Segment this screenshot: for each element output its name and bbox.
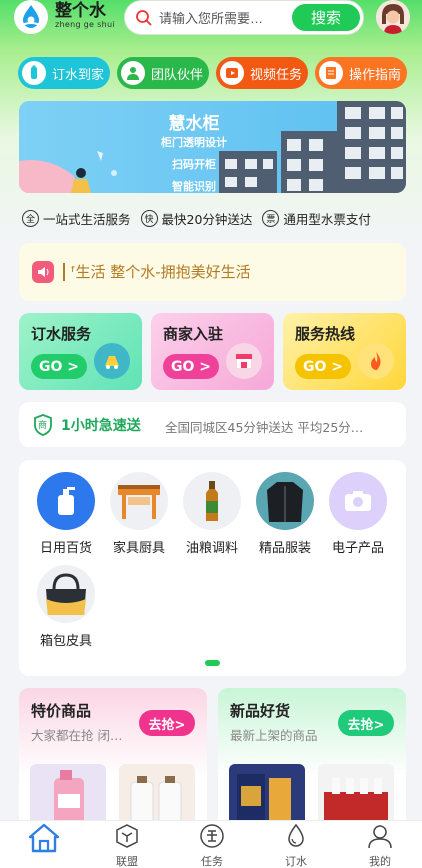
oil-grain-icon [183, 472, 241, 530]
notice-divider [63, 263, 65, 281]
feature-badge-icon: 全 [22, 209, 39, 227]
feature-badge-icon: 快 [140, 209, 158, 227]
category-item[interactable]: 日用百货 [29, 472, 103, 556]
water-delivery-icon [22, 61, 46, 85]
hotline-icon [358, 343, 394, 379]
shop-icon [226, 343, 262, 379]
card-hotline[interactable]: 服务热线 GO > [283, 313, 406, 390]
feature-text: 最快20分钟送达 [161, 211, 253, 227]
page-indicator [205, 660, 220, 666]
product-card-sale[interactable]: 特价商品 大家都在抢 闭… 去抢> [19, 688, 207, 838]
category-label: 家具厨具 [112, 541, 165, 556]
brand-pinyin: zheng ge shui [55, 20, 115, 29]
shield-badge-text: 商 [38, 421, 48, 431]
category-label: 日用百货 [39, 541, 92, 556]
user-icon [368, 825, 392, 849]
urgent-desc: 全国同城区45分钟送达 平均25分… [165, 420, 364, 435]
promo-banner[interactable]: 慧水柜 柜门透明设计 扫码开柜 智能识别 [19, 101, 406, 193]
tab-label: 我的 [369, 855, 391, 868]
brand-name: 整个水 [55, 1, 106, 21]
product-card-subtitle: 大家都在抢 闭… [31, 728, 123, 743]
daily-goods-icon [37, 472, 95, 530]
feature-text: 一站式生活服务 [43, 211, 131, 227]
product-card-title: 新品好货 [230, 702, 291, 720]
tab-order-water[interactable]: 订水 [266, 823, 326, 868]
category-label: 油粮调料 [185, 541, 238, 556]
water-drop-icon [288, 823, 304, 847]
building-windows-icon [225, 107, 403, 191]
feature-row: 全 一站式生活服务 快 最快20分钟送达 票 通用型水票支付 [22, 206, 407, 230]
search-button[interactable]: 搜索 [292, 4, 360, 31]
quick-nav-label: 团队伙伴 [151, 67, 204, 83]
product-card-subtitle: 最新上架的商品 [230, 728, 318, 743]
banner-illustration-icon [19, 151, 117, 193]
bags-icon [37, 565, 95, 623]
category-label: 精品服装 [258, 541, 311, 556]
search-input[interactable] [159, 9, 299, 27]
go-button[interactable]: GO > [163, 354, 219, 379]
speaker-icon [32, 261, 54, 283]
urgent-title: 1小时急速送 [61, 418, 141, 434]
urgent-delivery-bar[interactable]: 商 1小时急速送 全国同城区45分钟送达 平均25分… [19, 402, 406, 447]
product-card-new[interactable]: 新品好货 最新上架的商品 去抢> [218, 688, 406, 838]
tab-home[interactable] [14, 823, 74, 857]
quick-nav-label: 订水到家 [52, 67, 105, 83]
top-header: 整个水 zheng ge shui 搜索 [0, 0, 422, 36]
go-button[interactable]: GO > [295, 354, 351, 379]
guide-icon [319, 61, 343, 85]
category-item[interactable]: 油粮调料 [175, 472, 249, 556]
grab-button[interactable]: 去抢> [139, 710, 195, 736]
quick-nav-order-water[interactable]: 订水到家 [18, 57, 110, 89]
furniture-icon [110, 472, 168, 530]
quick-nav-guide[interactable]: 操作指南 [315, 57, 407, 89]
water-drop-logo-icon [19, 5, 43, 28]
video-icon [220, 61, 244, 85]
category-item[interactable]: 精品服装 [248, 472, 322, 556]
go-button[interactable]: GO > [31, 354, 87, 379]
grab-button[interactable]: 去抢> [338, 710, 394, 736]
home-icon [28, 823, 60, 853]
feature-badge-icon: 票 [262, 209, 280, 227]
tab-label: 任务 [201, 855, 223, 868]
alliance-icon [116, 824, 138, 848]
category-label: 箱包皮具 [39, 634, 92, 649]
search-icon [136, 10, 152, 26]
search-bar: 搜索 [124, 0, 364, 35]
quick-nav-team[interactable]: 团队伙伴 [117, 57, 209, 89]
feature-text: 通用型水票支付 [283, 211, 371, 227]
task-icon [200, 824, 224, 848]
clothing-icon [256, 472, 314, 530]
card-title: 商家入驻 [163, 325, 224, 343]
electronics-icon [329, 472, 387, 530]
bottom-tab-bar: 联盟 任务 订水 我的 [0, 820, 422, 868]
tab-profile[interactable]: 我的 [350, 823, 410, 868]
product-card-title: 特价商品 [31, 702, 92, 720]
tab-label: 联盟 [116, 855, 138, 868]
category-item[interactable]: 家具厨具 [102, 472, 176, 556]
category-label: 电子产品 [331, 541, 384, 556]
tab-alliance[interactable]: 联盟 [97, 823, 157, 868]
brand: 整个水 zheng ge shui [55, 2, 115, 30]
quick-nav-video[interactable]: 视频任务 [216, 57, 308, 89]
team-icon [121, 61, 145, 85]
category-grid: 日用百货 家具厨具 油粮调料 精品服装 电子产品 箱包皮具 [19, 460, 406, 676]
tab-label: 订水 [285, 855, 307, 868]
category-item[interactable]: 电子产品 [321, 472, 395, 556]
card-title: 订水服务 [31, 325, 92, 343]
quick-nav-label: 视频任务 [250, 67, 303, 83]
user-avatar-icon [376, 0, 410, 34]
water-service-icon [94, 343, 130, 379]
notice-bar[interactable]: ᶠ生活 整个水-拥抱美好生活 [19, 243, 406, 301]
notice-text: ᶠ生活 整个水-拥抱美好生活 [71, 263, 251, 281]
card-title: 服务热线 [295, 325, 356, 343]
quick-nav-label: 操作指南 [349, 67, 402, 83]
category-item[interactable]: 箱包皮具 [29, 565, 103, 649]
card-merchant-join[interactable]: 商家入驻 GO > [151, 313, 274, 390]
avatar[interactable] [376, 0, 410, 34]
logo [14, 0, 48, 34]
tab-task[interactable]: 任务 [182, 823, 242, 868]
card-order-water[interactable]: 订水服务 GO > [19, 313, 142, 390]
